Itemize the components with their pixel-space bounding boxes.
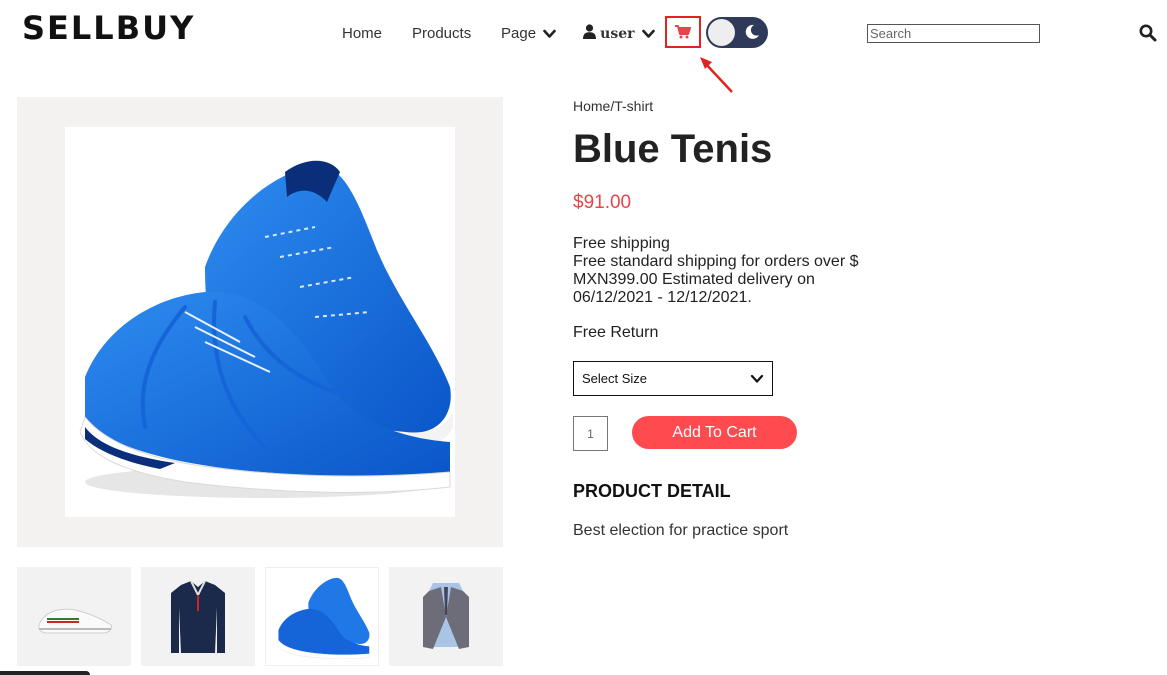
thumbnail-grey-vest[interactable] <box>389 567 503 666</box>
user-icon <box>583 24 596 39</box>
free-return-label: Free Return <box>573 324 659 341</box>
toggle-knob <box>708 19 735 46</box>
blue-running-shoes-image <box>277 577 370 659</box>
chevron-down-icon <box>641 29 655 38</box>
bottom-scrollbar[interactable] <box>0 671 90 675</box>
cart-button[interactable] <box>665 16 701 48</box>
search-input[interactable] <box>867 24 1040 43</box>
blue-running-shoes-image <box>79 160 453 498</box>
site-logo[interactable]: SELLBUY <box>22 12 195 44</box>
search-button[interactable] <box>1139 24 1157 47</box>
search-icon <box>1139 24 1157 42</box>
nav-user-dropdown[interactable]: user <box>583 24 655 44</box>
dark-mode-toggle[interactable] <box>706 17 768 48</box>
nav-home[interactable]: Home <box>342 24 382 44</box>
navy-polo-shirt-image <box>171 580 225 653</box>
nav-page-label: Page <box>501 25 537 42</box>
grey-vest-image <box>423 583 469 649</box>
product-detail-heading: PRODUCT DETAIL <box>573 481 731 501</box>
thumbnail-white-sneaker[interactable] <box>17 567 131 666</box>
nav-page-dropdown[interactable]: Page <box>501 24 557 44</box>
product-price: $91.00 <box>573 192 632 213</box>
nav-user-label: user <box>600 26 635 42</box>
shipping-description: Free standard shipping for orders over $… <box>573 253 859 306</box>
product-title: Blue Tenis <box>573 127 773 171</box>
add-to-cart-button[interactable]: Add To Cart <box>632 416 797 449</box>
nav-products[interactable]: Products <box>412 24 471 44</box>
thumbnail-blue-running-shoes[interactable] <box>265 567 379 666</box>
breadcrumb[interactable]: Home/T-shirt <box>573 98 653 114</box>
chevron-down-icon <box>543 29 557 38</box>
quantity-input[interactable] <box>573 416 608 451</box>
thumbnail-navy-polo-shirt[interactable] <box>141 567 255 666</box>
main-product-image <box>65 127 455 517</box>
shopping-cart-icon <box>675 25 691 39</box>
size-select-label: Select Size <box>582 371 648 386</box>
main-product-image-frame <box>17 97 503 547</box>
product-detail-text: Best election for practice sport <box>573 522 789 539</box>
size-select[interactable]: Select Size <box>573 361 773 396</box>
shipping-info: Free shipping Free standard shipping for… <box>573 235 873 307</box>
moon-icon <box>745 24 759 39</box>
shipping-title: Free shipping <box>573 235 670 252</box>
white-sneaker-image <box>38 608 112 634</box>
annotation-arrow-icon <box>700 57 733 93</box>
chevron-down-icon <box>750 374 764 383</box>
